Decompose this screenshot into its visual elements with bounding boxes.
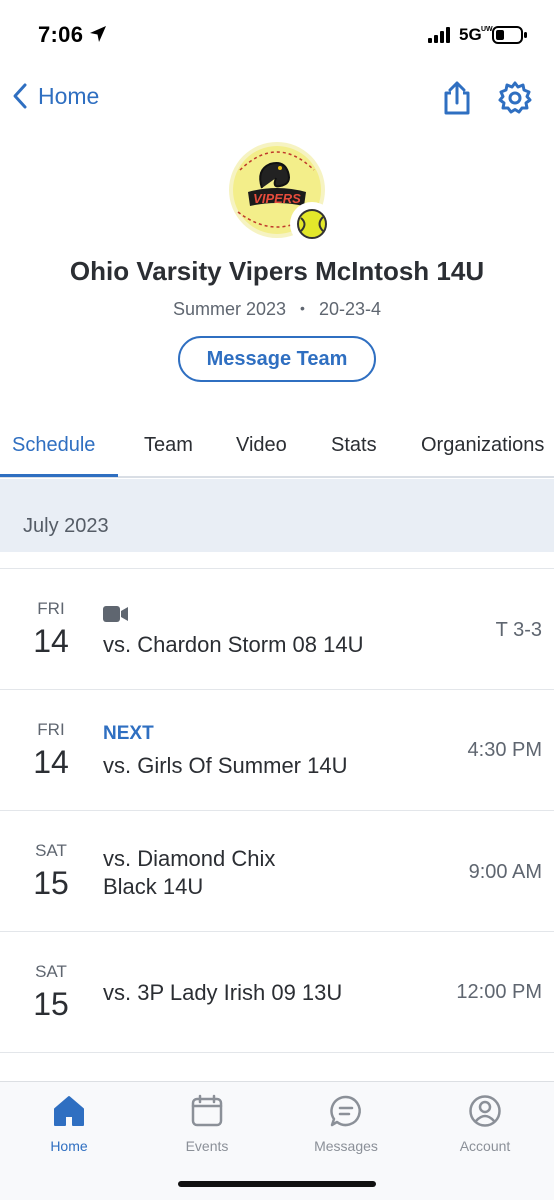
- tab-stats[interactable]: Stats: [331, 434, 377, 457]
- signal-strength-icon: [428, 27, 450, 43]
- tab-bar: Schedule Team Video Stats Organizations: [0, 416, 554, 478]
- team-record: 20-23-4: [318, 299, 381, 319]
- home-icon: [54, 1096, 84, 1126]
- back-label: Home: [38, 82, 100, 109]
- game-opponent: vs. Chardon Storm 08 14U: [103, 632, 364, 657]
- calendar-icon: [191, 1094, 223, 1127]
- game-time: 12:00 PM: [456, 981, 542, 1003]
- month-label: July 2023: [23, 515, 109, 537]
- app-screen: 7:06 5G UW Home VIPERS Ohio Varsity Vipe…: [0, 0, 554, 1200]
- gear-icon: [498, 81, 532, 114]
- message-team-button[interactable]: Message Team: [178, 336, 376, 382]
- share-button[interactable]: [440, 80, 474, 121]
- game-day: SAT: [35, 962, 67, 981]
- account-icon: [469, 1095, 501, 1127]
- tab-video[interactable]: Video: [236, 434, 287, 457]
- bottom-tab-label: Events: [185, 1138, 229, 1154]
- bottom-tab-label: Account: [459, 1138, 511, 1154]
- team-season: Summer 2023: [172, 299, 287, 319]
- location-arrow-icon: [90, 26, 106, 42]
- network-subtype-label: UW: [481, 26, 493, 33]
- schedule-list: FRI 14 vs. Chardon Storm 08 14U T 3-3 FR…: [0, 568, 554, 1053]
- video-camera-icon: [103, 606, 128, 622]
- bottom-tab-messages[interactable]: Messages: [291, 1094, 401, 1154]
- chat-icon: [330, 1095, 361, 1127]
- chevron-left-icon: [13, 83, 27, 109]
- team-name: Ohio Varsity Vipers McIntosh 14U: [69, 256, 485, 286]
- softball-icon: [290, 202, 334, 246]
- bottom-tab-label: Home: [50, 1138, 88, 1154]
- game-date: 15: [33, 865, 69, 901]
- next-game-badge: NEXT: [103, 723, 154, 744]
- game-day: SAT: [35, 841, 67, 860]
- bottom-tab-label: Messages: [314, 1138, 378, 1154]
- network-type-label: 5G: [459, 25, 482, 44]
- game-opponent-line1: vs. Diamond Chix: [103, 846, 276, 871]
- tab-organizations[interactable]: Organizations: [421, 434, 544, 457]
- game-row[interactable]: SAT 15 vs. Diamond Chix Black 14U 9:00 A…: [0, 811, 554, 932]
- active-tab-indicator: [0, 474, 118, 477]
- game-date: 14: [33, 744, 69, 780]
- game-date: 14: [33, 623, 69, 659]
- team-season-record: Summer 2023 • 20-23-4: [0, 299, 554, 320]
- tab-schedule[interactable]: Schedule: [12, 434, 95, 457]
- settings-button[interactable]: [498, 81, 532, 120]
- game-time: 9:00 AM: [468, 861, 542, 883]
- bottom-tab-account[interactable]: Account: [430, 1094, 540, 1154]
- game-row[interactable]: FRI 14 NEXT vs. Girls Of Summer 14U 4:30…: [0, 690, 554, 811]
- share-icon: [444, 81, 470, 115]
- game-time: 4:30 PM: [467, 739, 542, 761]
- game-day: FRI: [37, 720, 65, 739]
- game-date: 15: [33, 986, 69, 1022]
- tab-team[interactable]: Team: [144, 434, 193, 457]
- bottom-tab-home[interactable]: Home: [14, 1094, 124, 1154]
- game-row[interactable]: SAT 15 vs. 3P Lady Irish 09 13U 12:00 PM: [0, 932, 554, 1053]
- back-button[interactable]: Home: [12, 82, 99, 110]
- game-opponent: vs. 3P Lady Irish 09 13U: [103, 980, 343, 1005]
- game-result: T 3-3: [495, 619, 542, 641]
- bottom-tab-events[interactable]: Events: [152, 1094, 262, 1154]
- game-row[interactable]: FRI 14 vs. Chardon Storm 08 14U T 3-3: [0, 569, 554, 690]
- game-opponent-line2: Black 14U: [103, 874, 204, 899]
- status-time: 7:06: [38, 22, 84, 47]
- separator-dot: •: [300, 300, 305, 316]
- game-day: FRI: [37, 599, 65, 618]
- home-indicator[interactable]: [178, 1181, 376, 1187]
- bottom-tab-bar: Home Events Messages Account: [0, 1081, 554, 1200]
- battery-icon: [492, 26, 527, 44]
- month-header: July 2023: [0, 479, 554, 552]
- game-opponent: vs. Girls Of Summer 14U: [103, 753, 348, 778]
- status-bar: 7:06 5G UW: [0, 0, 554, 70]
